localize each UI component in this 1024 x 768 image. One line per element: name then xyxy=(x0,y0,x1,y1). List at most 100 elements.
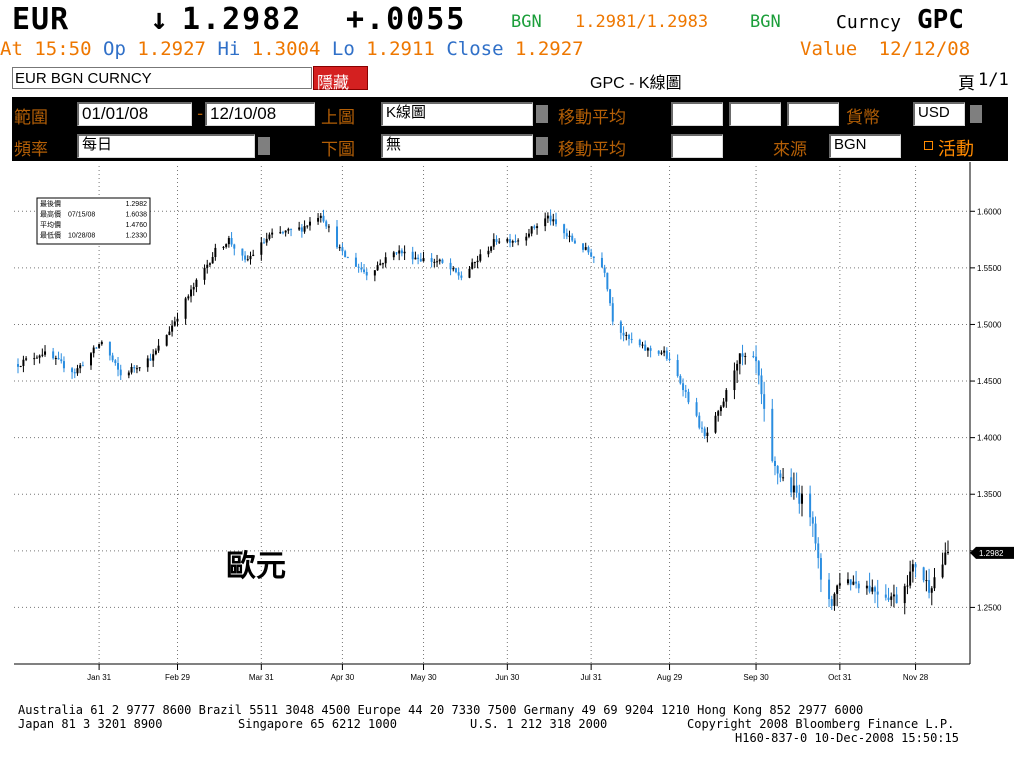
candle-body xyxy=(263,242,266,244)
candle-body xyxy=(52,351,55,359)
high-value: 1.3004 xyxy=(251,38,321,60)
candle-body xyxy=(403,251,406,254)
value-date: 12/12/08 xyxy=(878,38,971,60)
close-label: Close xyxy=(446,38,504,60)
candle-body xyxy=(744,355,747,357)
summary-row-label: 最高價 xyxy=(40,210,61,219)
candle-body xyxy=(700,427,703,429)
candle-body xyxy=(17,364,19,367)
candle-body xyxy=(909,571,912,586)
ma-field-1[interactable] xyxy=(671,102,723,126)
candle-body xyxy=(906,585,909,587)
frequency-field[interactable]: 每日 xyxy=(77,134,255,158)
ma-field-3[interactable] xyxy=(787,102,839,126)
candle-body xyxy=(392,252,395,258)
candle-body xyxy=(833,593,836,606)
footer-japan: Japan 81 3 3201 8900 xyxy=(18,717,163,731)
candle-body xyxy=(498,241,501,243)
x-tick-label: Jan 31 xyxy=(87,673,112,682)
value-date-line: Value 12/12/08 xyxy=(800,38,970,60)
candle-body xyxy=(546,215,549,219)
candle-body xyxy=(300,227,303,232)
candle-body xyxy=(317,217,320,222)
date-separator: - xyxy=(195,104,206,124)
candle-body xyxy=(755,356,758,362)
candle-body xyxy=(149,358,152,361)
candle-body xyxy=(117,363,120,370)
candle-body xyxy=(384,257,387,264)
candle-body xyxy=(830,599,833,606)
lower-chart-dropdown[interactable] xyxy=(536,137,548,155)
candle-body xyxy=(176,318,179,322)
candle-body xyxy=(111,355,114,361)
candle-body xyxy=(230,238,233,245)
summary-row-value: 1.4760 xyxy=(126,222,148,229)
candle-body xyxy=(365,272,368,276)
candle-body xyxy=(146,358,149,368)
start-date-field[interactable]: 01/01/08 xyxy=(77,102,192,126)
frequency-dropdown[interactable] xyxy=(258,137,270,155)
upper-chart-field[interactable]: K線圖 xyxy=(381,102,533,126)
ma-field-lower[interactable] xyxy=(671,134,723,158)
candle-body xyxy=(868,585,871,592)
x-tick-label: Feb 29 xyxy=(165,673,190,682)
candle-body xyxy=(38,355,41,358)
currency-dropdown[interactable] xyxy=(970,105,982,123)
candle-body xyxy=(846,579,849,584)
candle-body xyxy=(133,366,136,369)
candle-body xyxy=(911,564,914,572)
candle-body xyxy=(95,347,98,349)
candle-body xyxy=(73,372,76,374)
candle-body xyxy=(468,268,471,278)
candle-body xyxy=(441,259,444,263)
candle-body xyxy=(271,232,274,235)
last-price-tag: 1.2982 xyxy=(970,546,1014,559)
candle-body xyxy=(609,289,612,304)
candle-body xyxy=(871,587,874,592)
candle-body xyxy=(706,432,709,437)
candle-body xyxy=(460,275,463,278)
security-field[interactable]: EUR BGN CURNCY xyxy=(12,67,312,89)
candle-body xyxy=(492,239,495,247)
candle-body xyxy=(795,485,798,493)
candle-body xyxy=(336,226,339,248)
source-field[interactable]: BGN xyxy=(829,134,901,158)
candle-body xyxy=(849,579,852,585)
candle-body xyxy=(517,240,520,242)
candle-body xyxy=(814,523,817,544)
page-number: 1/1 xyxy=(978,70,1009,90)
page-title: GPC - K線圖 xyxy=(590,75,682,92)
candle-body xyxy=(168,331,171,336)
candle-body xyxy=(571,235,574,241)
candle-body xyxy=(622,332,625,336)
candle-body xyxy=(641,344,644,346)
candle-body xyxy=(114,360,117,364)
live-button[interactable]: 活動 xyxy=(920,133,1000,159)
candle-body xyxy=(782,477,785,479)
hide-button[interactable]: 隱藏 xyxy=(313,66,368,92)
x-tick-label: Nov 28 xyxy=(903,673,929,682)
candle-body xyxy=(573,240,576,244)
candle-body xyxy=(687,391,690,403)
function-code: GPC xyxy=(917,5,964,35)
lower-chart-field[interactable]: 無 xyxy=(381,134,533,158)
ma-field-2[interactable] xyxy=(729,102,781,126)
candle-body xyxy=(100,341,103,345)
candle-body xyxy=(281,232,284,234)
y-tick-label: 1.2500 xyxy=(977,603,1002,612)
currency-field[interactable]: USD xyxy=(913,102,965,126)
candle-body xyxy=(454,268,457,273)
candle-body xyxy=(138,367,141,369)
candle-body xyxy=(627,334,630,339)
candle-body xyxy=(884,594,887,598)
end-date-field[interactable]: 12/10/08 xyxy=(205,102,315,126)
candle-body xyxy=(679,375,682,384)
candle-body xyxy=(400,250,403,254)
upper-chart-dropdown[interactable] xyxy=(536,105,548,123)
candle-body xyxy=(776,466,779,474)
candle-body xyxy=(171,325,174,332)
candle-body xyxy=(865,585,868,589)
candle-body xyxy=(771,408,774,461)
quote-line: At 15:50 Op 1.2927 Hi 1.3004 Lo 1.2911 C… xyxy=(0,38,584,60)
candle-body xyxy=(319,215,322,218)
